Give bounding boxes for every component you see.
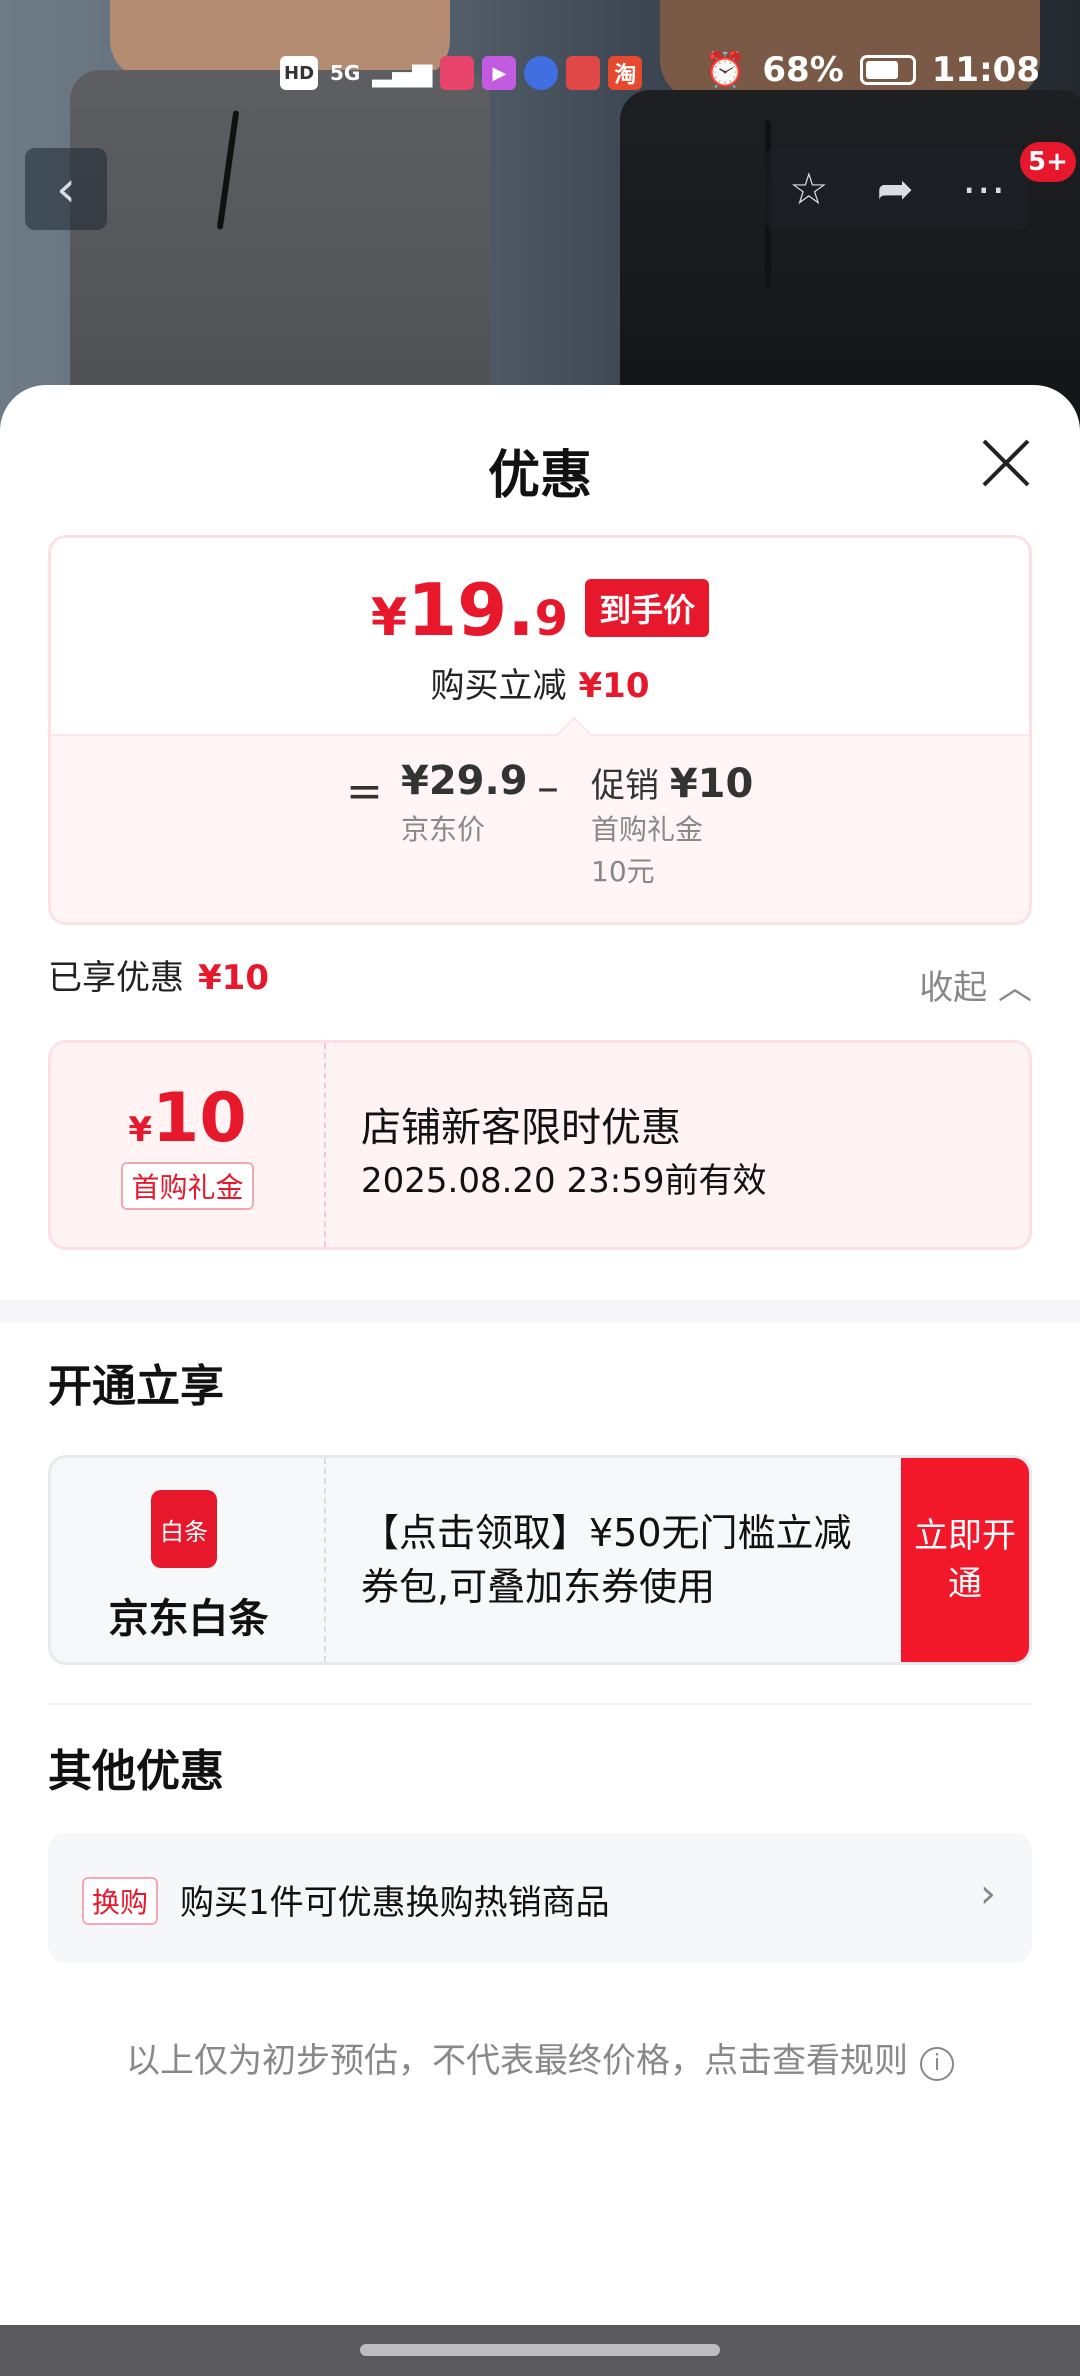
final-price-section: ¥19.9 到手价 购买立减 ¥10 — [51, 538, 1029, 734]
app-notification-icon — [440, 56, 475, 90]
minus-sign: – — [537, 762, 559, 813]
collapse-button[interactable]: 收起 ︿ — [919, 960, 1032, 1009]
enjoyed-value: ¥10 — [198, 958, 269, 998]
chevron-up-icon: ︿ — [998, 968, 1032, 1008]
baitiao-name: 京东白条 — [108, 1596, 269, 1642]
enjoyed-label: 已享优惠 — [48, 958, 184, 998]
discount-sheet: 优惠 ¥19.9 到手价 购买立减 ¥10 = ¥29.9 京东价 – 促销 ¥1… — [0, 385, 1080, 2325]
baitiao-brand: 白条 京东白条 — [51, 1458, 326, 1662]
chevron-right-icon: › — [980, 1871, 996, 1917]
alarm-icon: ⏰ — [704, 50, 747, 90]
status-bar: HD 5G ▂▄▆ ▶ 淘 ⏰ 68% 11:08 — [0, 50, 1080, 100]
sheet-title: 优惠 — [487, 446, 592, 506]
product-photo-black-pants — [620, 90, 1080, 430]
first-purchase-coupon[interactable]: ¥10 首购礼金 店铺新客限时优惠 2025.08.20 23:59前有效 — [48, 1040, 1032, 1250]
promo-value: ¥10 — [669, 761, 754, 807]
instant-reduction: 购买立减 ¥10 — [51, 658, 1029, 707]
final-price-tag: 到手价 — [585, 579, 710, 637]
divider-line — [48, 1703, 1032, 1705]
trade-up-text: 购买1件可优惠换购热销商品 — [180, 1883, 610, 1923]
coupon-number: 10 — [152, 1079, 247, 1158]
collapse-label: 收起 — [919, 968, 988, 1008]
baitiao-icon: 白条 — [151, 1490, 217, 1568]
base-price-value: ¥29.9 — [401, 758, 528, 804]
promo-discount: 促销 ¥10 首购礼金 10元 — [591, 758, 753, 891]
coupon-validity: 2025.08.20 23:59前有效 — [361, 1161, 767, 1201]
price-currency: ¥ — [370, 588, 408, 648]
product-photo-gray-pants — [70, 70, 490, 430]
taobao-app-icon: 淘 — [608, 56, 643, 90]
price-integer: 19. — [407, 568, 535, 652]
status-right: ⏰ 68% 11:08 — [704, 50, 1040, 90]
open-now-button[interactable]: 立即开通 — [901, 1458, 1029, 1662]
battery-percent: 68% — [762, 50, 844, 90]
hd-indicator: HD — [280, 56, 319, 90]
base-price-label: 京东价 — [401, 813, 486, 846]
trade-up-tag: 换购 — [82, 1877, 159, 1925]
trade-up-offer-row[interactable]: 换购 购买1件可优惠换购热销商品 › — [48, 1833, 1032, 1963]
info-icon[interactable]: i — [920, 2047, 954, 2081]
share-icon[interactable]: ➦ — [877, 164, 914, 215]
coupon-title: 店铺新客限时优惠 — [361, 1105, 681, 1151]
top-actions: ☆ ➦ ⋯ — [765, 148, 1030, 230]
promo-detail-2: 10元 — [591, 855, 655, 888]
signal-icon: ▂▄▆ — [372, 58, 433, 88]
disclaimer-text: 以上仅为初步预估，不代表最终价格，点击查看规则 — [126, 2041, 908, 2081]
more-icon[interactable]: ⋯ — [962, 164, 1006, 215]
back-button[interactable]: ‹ — [25, 148, 107, 230]
huawei-app-icon — [566, 56, 601, 90]
price-breakdown-card: ¥19.9 到手价 购买立减 ¥10 = ¥29.9 京东价 – 促销 ¥10 首… — [48, 535, 1032, 925]
enjoyed-discount: 已享优惠 ¥10 — [48, 950, 269, 999]
price-decimal: 9 — [534, 591, 569, 647]
promo-detail-1: 首购礼金 — [591, 813, 704, 846]
reduction-label: 购买立减 — [430, 666, 567, 706]
network-indicator: 5G — [330, 61, 361, 85]
home-indicator[interactable] — [360, 2344, 720, 2356]
final-price: ¥19.9 到手价 — [51, 568, 1029, 652]
video-app-icon: ▶ — [482, 56, 517, 90]
section-title-open: 开通立享 — [48, 1361, 224, 1412]
baitiao-description: 【点击领取】¥50无门槛立减券包,可叠加东券使用 — [361, 1511, 852, 1609]
status-left-icons: HD 5G ▂▄▆ ▶ 淘 — [280, 56, 643, 90]
coupon-currency: ¥ — [128, 1110, 153, 1150]
base-price: ¥29.9 京东价 — [401, 758, 528, 848]
coupon-type-tag: 首购礼金 — [121, 1162, 254, 1210]
jd-baitiao-card[interactable]: 白条 京东白条 【点击领取】¥50无门槛立减券包,可叠加东券使用 立即开通 — [48, 1455, 1032, 1665]
battery-icon — [859, 55, 916, 85]
equals-sign: = — [346, 766, 383, 817]
section-title-other: 其他优惠 — [48, 1746, 224, 1797]
reduction-value: ¥10 — [578, 666, 650, 706]
price-formula: = ¥29.9 京东价 – 促销 ¥10 首购礼金 10元 — [51, 716, 1029, 922]
coupon-amount-block: ¥10 首购礼金 — [51, 1043, 326, 1247]
clock: 11:08 — [931, 50, 1040, 90]
browser-app-icon — [524, 56, 559, 90]
disclaimer-note[interactable]: 以上仅为初步预估，不代表最终价格，点击查看规则 i — [0, 2033, 1080, 2082]
notification-badge: 5+ — [1020, 142, 1076, 182]
star-icon[interactable]: ☆ — [789, 164, 828, 215]
section-divider — [0, 1300, 1080, 1322]
promo-prefix: 促销 — [591, 766, 659, 806]
close-icon[interactable] — [978, 435, 1034, 491]
promo-line: 促销 ¥10 — [591, 758, 753, 807]
coupon-amount: ¥10 — [51, 1079, 324, 1158]
back-arrow-icon: ‹ — [56, 160, 76, 218]
